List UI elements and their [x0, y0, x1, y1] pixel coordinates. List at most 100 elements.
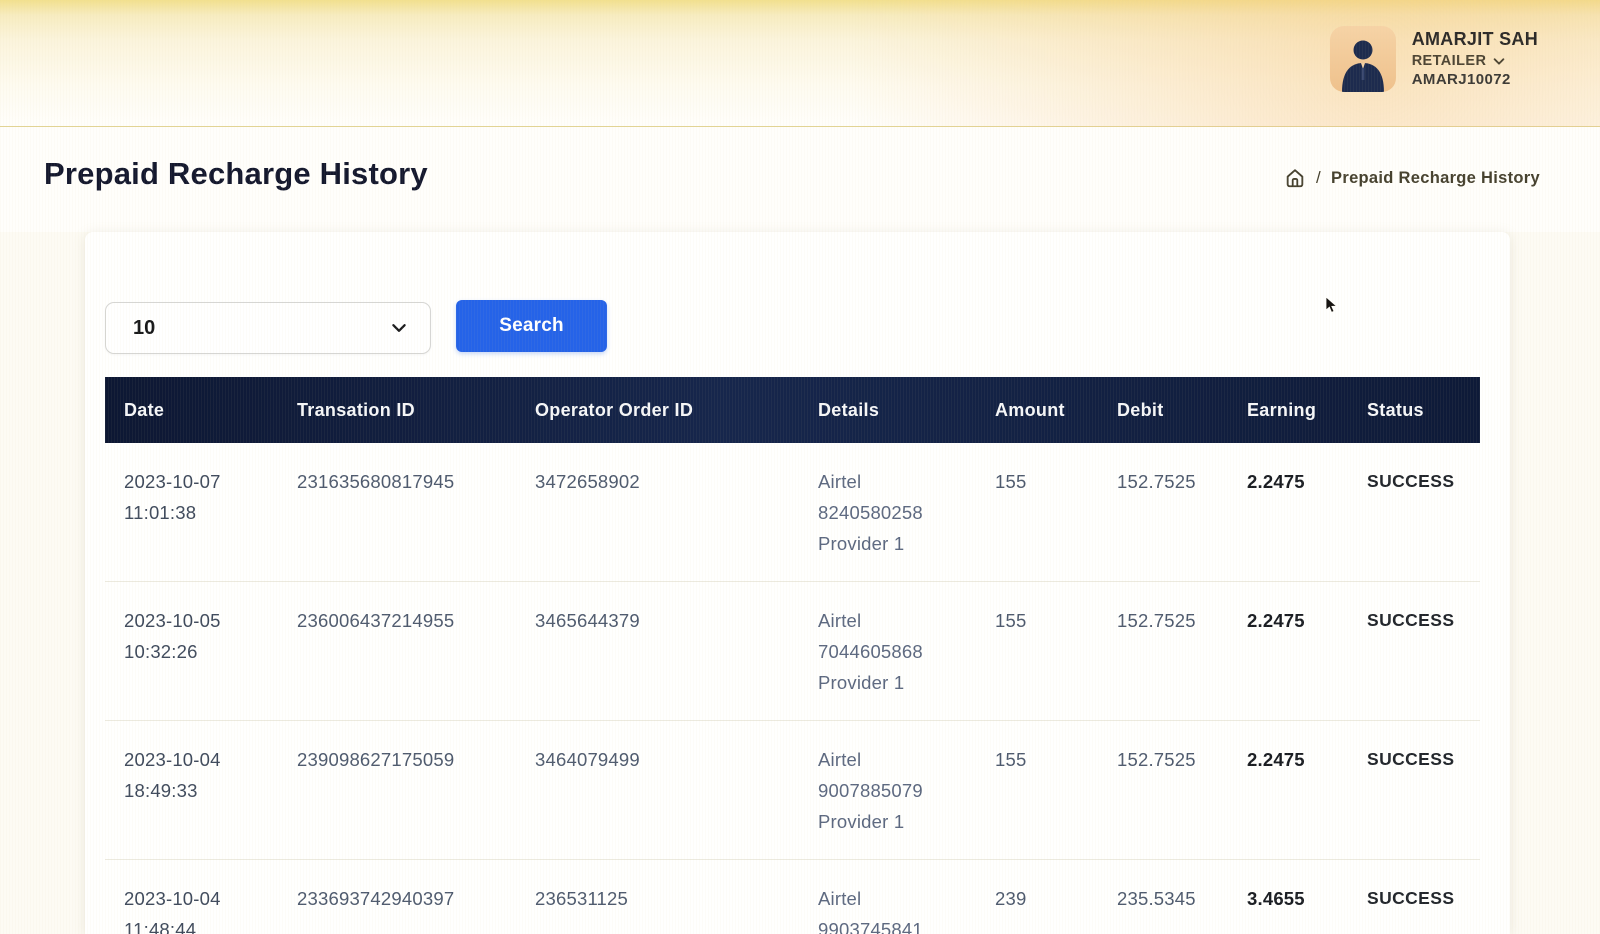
- column-header-earning: Earning: [1228, 377, 1348, 443]
- cell-debit: 152.7525: [1098, 582, 1228, 721]
- time-value: 11:48:44: [124, 914, 272, 934]
- cell-details: Airtel 8240580258 Provider 1: [799, 443, 976, 582]
- column-header-amount: Amount: [976, 377, 1098, 443]
- date-value: 2023-10-05: [124, 605, 272, 636]
- cell-status: SUCCESS: [1348, 860, 1480, 934]
- cell-details: Airtel 7044605868 Provider 1: [799, 582, 976, 721]
- breadcrumb-separator: /: [1316, 168, 1321, 188]
- cell-transaction-id: 239098627175059: [278, 721, 516, 860]
- cell-debit: 152.7525: [1098, 721, 1228, 860]
- earning-value: 2.2475: [1247, 744, 1342, 775]
- date-value: 2023-10-07: [124, 466, 272, 497]
- column-header-operator-order-id: Operator Order ID: [516, 377, 799, 443]
- chevron-down-icon[interactable]: [1492, 54, 1506, 68]
- details-number: 9007885079: [818, 775, 970, 806]
- table-row: 2023-10-07 11:01:38 231635680817945 3472…: [105, 443, 1480, 582]
- table-header-row: DateTransation IDOperator Order IDDetail…: [105, 377, 1480, 443]
- home-icon[interactable]: [1284, 167, 1306, 189]
- earning-value: 2.2475: [1247, 605, 1342, 636]
- search-button[interactable]: Search: [456, 300, 607, 352]
- debit-value: 152.7525: [1117, 744, 1222, 775]
- transaction-id-value: 236006437214955: [297, 605, 510, 636]
- page-header: Prepaid Recharge History / Prepaid Recha…: [0, 127, 1600, 232]
- avatar: [1330, 26, 1396, 92]
- cell-earning: 2.2475: [1228, 582, 1348, 721]
- cell-details: Airtel 9903745841 Provider 1: [799, 860, 976, 934]
- details-provider: Provider 1: [818, 806, 970, 837]
- cell-status: SUCCESS: [1348, 443, 1480, 582]
- details-number: 7044605868: [818, 636, 970, 667]
- cell-status: SUCCESS: [1348, 721, 1480, 860]
- cell-date: 2023-10-04 18:49:33: [105, 721, 278, 860]
- cell-operator-order-id: 3465644379: [516, 582, 799, 721]
- user-profile[interactable]: AMARJIT SAH RETAILER AMARJ10072: [1330, 26, 1538, 92]
- amount-value: 155: [995, 605, 1092, 636]
- user-id: AMARJ10072: [1412, 71, 1538, 90]
- debit-value: 152.7525: [1117, 605, 1222, 636]
- cell-operator-order-id: 236531125: [516, 860, 799, 934]
- table-body: 2023-10-07 11:01:38 231635680817945 3472…: [105, 443, 1480, 934]
- transaction-id-value: 233693742940397: [297, 883, 510, 914]
- debit-value: 152.7525: [1117, 466, 1222, 497]
- cell-amount: 155: [976, 582, 1098, 721]
- transaction-id-value: 231635680817945: [297, 466, 510, 497]
- cell-transaction-id: 231635680817945: [278, 443, 516, 582]
- page-size-select[interactable]: 10: [105, 302, 431, 354]
- details-operator: Airtel: [818, 466, 970, 497]
- cell-status: SUCCESS: [1348, 582, 1480, 721]
- transaction-id-value: 239098627175059: [297, 744, 510, 775]
- column-header-date: Date: [105, 377, 278, 443]
- cell-operator-order-id: 3472658902: [516, 443, 799, 582]
- date-value: 2023-10-04: [124, 883, 272, 914]
- cell-earning: 2.2475: [1228, 721, 1348, 860]
- column-header-transation-id: Transation ID: [278, 377, 516, 443]
- table-row: 2023-10-04 11:48:44 233693742940397 2365…: [105, 860, 1480, 934]
- page-size-value: 10: [133, 317, 155, 340]
- operator-order-id-value: 236531125: [535, 883, 793, 914]
- recharge-history-table: DateTransation IDOperator Order IDDetail…: [105, 377, 1480, 934]
- details-operator: Airtel: [818, 744, 970, 775]
- debit-value: 235.5345: [1117, 883, 1222, 914]
- top-header-bar: AMARJIT SAH RETAILER AMARJ10072: [0, 0, 1600, 127]
- breadcrumb-current: Prepaid Recharge History: [1331, 169, 1540, 188]
- date-value: 2023-10-04: [124, 744, 272, 775]
- operator-order-id-value: 3465644379: [535, 605, 793, 636]
- cell-earning: 3.4655: [1228, 860, 1348, 934]
- user-role: RETAILER: [1412, 52, 1487, 70]
- status-badge: SUCCESS: [1367, 466, 1474, 497]
- status-badge: SUCCESS: [1367, 744, 1474, 775]
- cell-amount: 155: [976, 721, 1098, 860]
- details-operator: Airtel: [818, 883, 970, 914]
- content-card: 10 Search DateTransation IDOperator Orde…: [85, 232, 1510, 934]
- time-value: 10:32:26: [124, 636, 272, 667]
- cell-date: 2023-10-04 11:48:44: [105, 860, 278, 934]
- details-operator: Airtel: [818, 605, 970, 636]
- time-value: 11:01:38: [124, 497, 272, 528]
- time-value: 18:49:33: [124, 775, 272, 806]
- cell-amount: 239: [976, 860, 1098, 934]
- amount-value: 155: [995, 744, 1092, 775]
- cell-details: Airtel 9007885079 Provider 1: [799, 721, 976, 860]
- cell-transaction-id: 233693742940397: [278, 860, 516, 934]
- column-header-status: Status: [1348, 377, 1480, 443]
- cell-amount: 155: [976, 443, 1098, 582]
- status-badge: SUCCESS: [1367, 883, 1474, 914]
- table-row: 2023-10-05 10:32:26 236006437214955 3465…: [105, 582, 1480, 721]
- amount-value: 155: [995, 466, 1092, 497]
- user-name: AMARJIT SAH: [1412, 28, 1538, 51]
- operator-order-id-value: 3472658902: [535, 466, 793, 497]
- cell-earning: 2.2475: [1228, 443, 1348, 582]
- cell-date: 2023-10-07 11:01:38: [105, 443, 278, 582]
- details-provider: Provider 1: [818, 528, 970, 559]
- page-title: Prepaid Recharge History: [44, 156, 428, 192]
- column-header-details: Details: [799, 377, 976, 443]
- cell-debit: 235.5345: [1098, 860, 1228, 934]
- operator-order-id-value: 3464079499: [535, 744, 793, 775]
- status-badge: SUCCESS: [1367, 605, 1474, 636]
- details-number: 9903745841: [818, 914, 970, 934]
- details-provider: Provider 1: [818, 667, 970, 698]
- table-row: 2023-10-04 18:49:33 239098627175059 3464…: [105, 721, 1480, 860]
- earning-value: 3.4655: [1247, 883, 1342, 914]
- cell-date: 2023-10-05 10:32:26: [105, 582, 278, 721]
- details-number: 8240580258: [818, 497, 970, 528]
